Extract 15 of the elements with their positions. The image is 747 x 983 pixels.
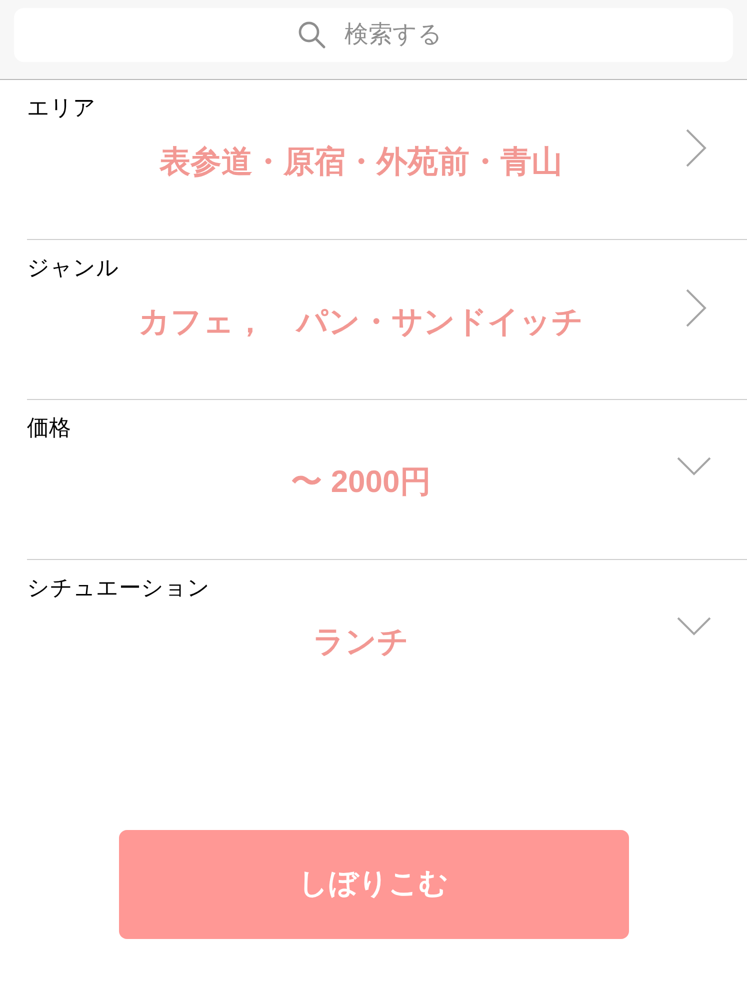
filter-label: シチュエーション (27, 574, 210, 602)
submit-button[interactable]: しぼりこむ (118, 830, 628, 939)
chevron-right-icon[interactable] (685, 128, 707, 168)
filter-value[interactable]: カフェ， パン・サンドイッチ (138, 302, 584, 342)
filter-value[interactable]: 〜 2000円 (291, 462, 431, 502)
chevron-down-icon[interactable] (677, 616, 711, 636)
filter-label: 価格 (27, 414, 71, 442)
search-icon (298, 21, 326, 49)
chevron-down-icon[interactable] (677, 456, 711, 476)
filter-value[interactable]: ランチ (313, 622, 409, 662)
chevron-right-icon[interactable] (685, 288, 707, 328)
filter-value[interactable]: 表参道・原宿・外苑前・青山 (160, 142, 562, 182)
filter-label: ジャンル (27, 254, 119, 282)
filter-label: エリア (27, 94, 96, 122)
search-field[interactable]: 検索する (14, 8, 733, 62)
